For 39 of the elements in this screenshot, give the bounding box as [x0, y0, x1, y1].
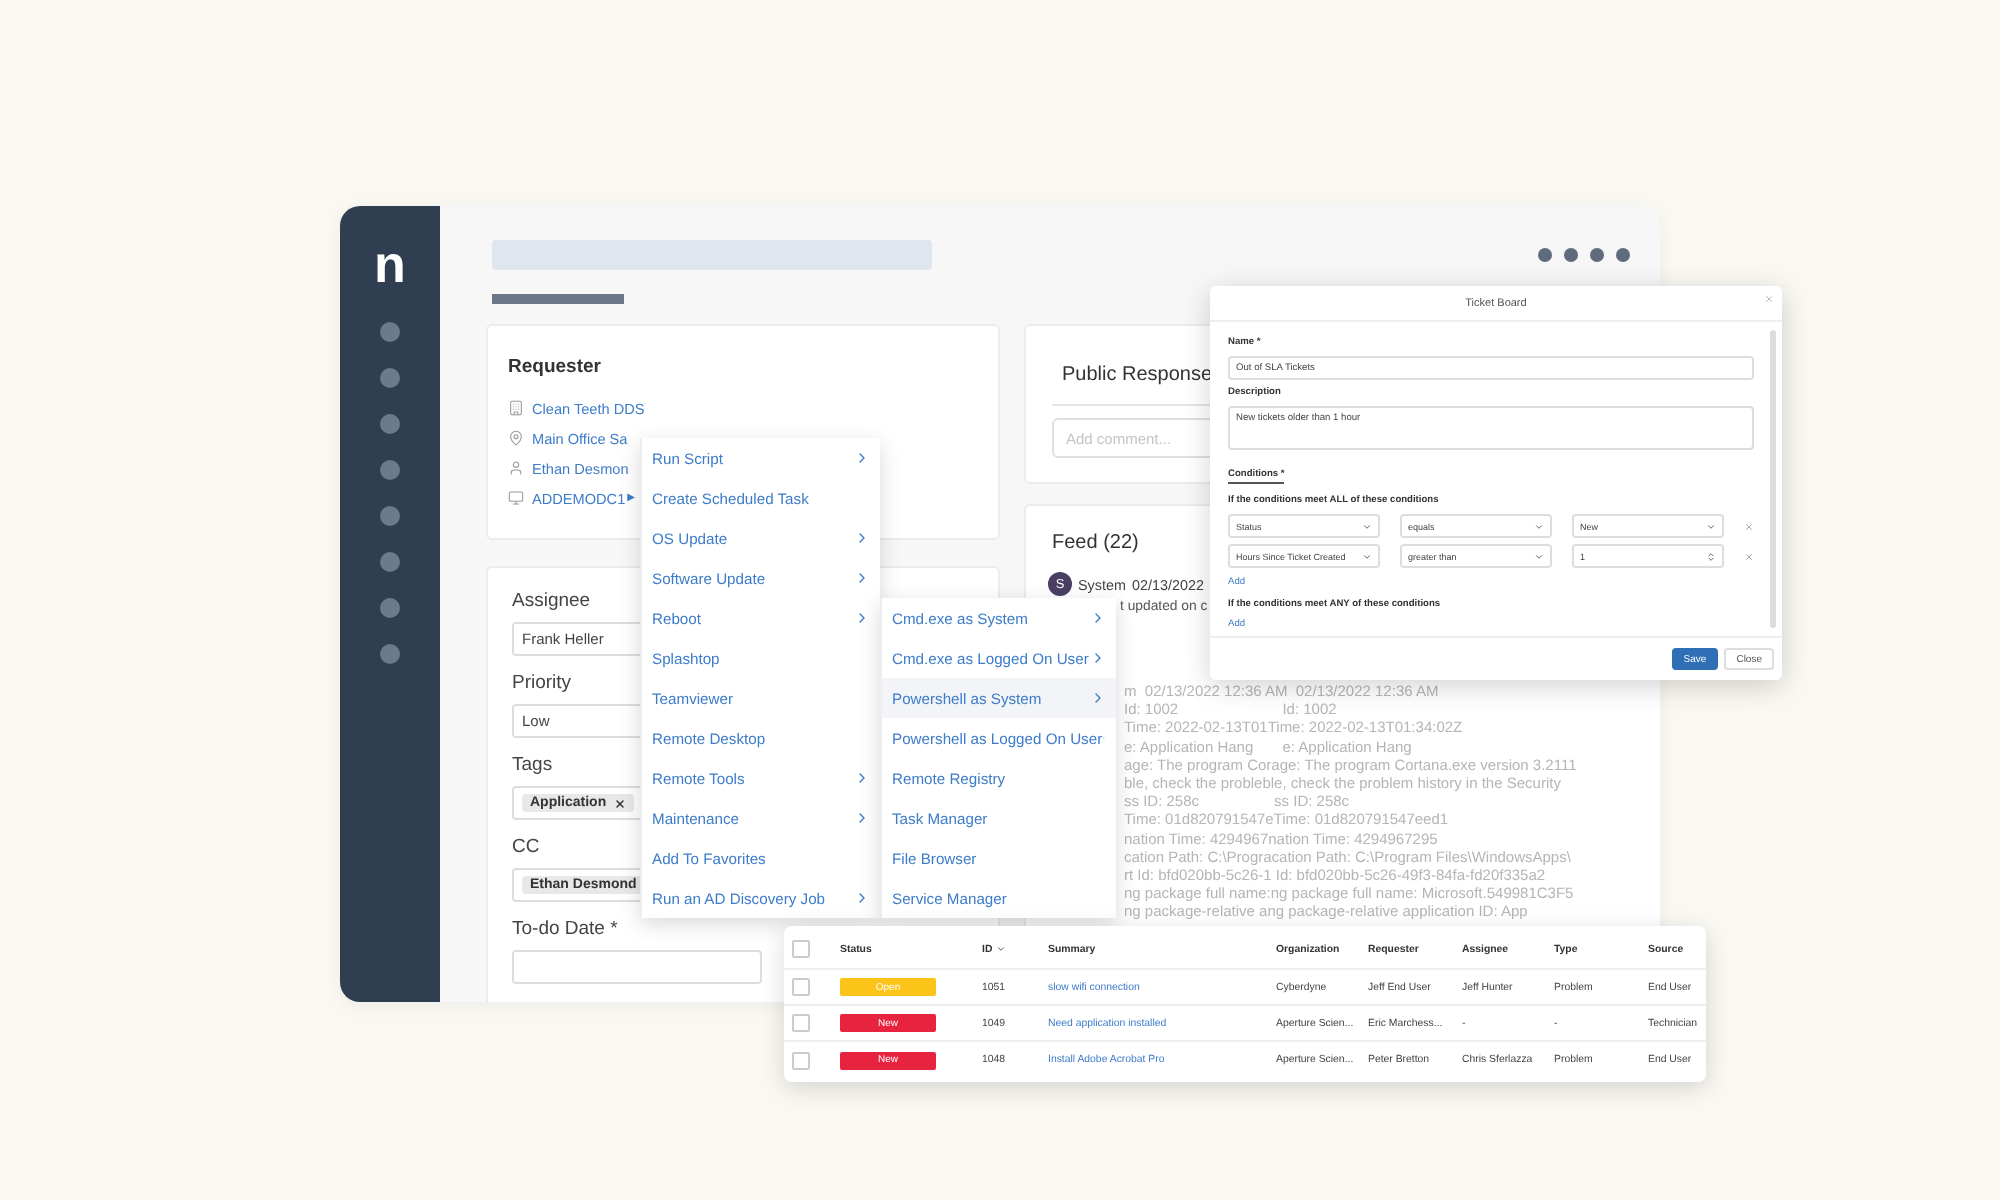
field-label: CC — [512, 836, 540, 860]
header-dot-icon[interactable] — [1616, 248, 1630, 262]
app-logo: n — [374, 234, 406, 294]
nav-dot-icon[interactable] — [380, 414, 400, 434]
checkbox[interactable] — [792, 940, 810, 958]
header-dot-icon[interactable] — [1538, 248, 1552, 262]
field-label: Tags — [512, 754, 553, 778]
building-icon — [508, 400, 524, 416]
card-title: Feed (22) — [1050, 532, 1141, 556]
remove-icon[interactable] — [614, 797, 627, 809]
header-dot-icon[interactable] — [1564, 248, 1578, 262]
checkbox[interactable] — [792, 978, 810, 996]
nav-dot-icon[interactable] — [380, 552, 400, 572]
field-label: Assignee — [512, 590, 591, 614]
header-dot-icon[interactable] — [1590, 248, 1604, 262]
chevron-down-icon — [1362, 551, 1372, 561]
tab-indicator-bar — [492, 294, 624, 304]
scrollbar[interactable] — [1770, 330, 1776, 628]
nav-dot-icon[interactable] — [380, 460, 400, 480]
checkbox[interactable] — [792, 1014, 810, 1032]
stepper-icon[interactable] — [1706, 551, 1716, 561]
text-field[interactable] — [512, 950, 762, 984]
chevron-down-icon — [1534, 551, 1544, 561]
nav-dot-icon[interactable] — [380, 506, 400, 526]
nav-dot-icon[interactable] — [380, 644, 400, 664]
nav-dot-icon[interactable] — [380, 322, 400, 342]
nav-dot-icon[interactable] — [380, 368, 400, 388]
chevron-down-icon — [1362, 521, 1372, 531]
chevron-down-icon — [1534, 521, 1544, 531]
location-pin-icon — [508, 430, 524, 446]
monitor-icon — [508, 490, 524, 506]
nav-dot-icon[interactable] — [380, 598, 400, 618]
sort-icon — [996, 944, 1007, 954]
person-icon — [508, 460, 524, 476]
field-label: To-do Date * — [512, 918, 618, 942]
chevron-down-icon — [1706, 521, 1716, 531]
card-title: Requester — [508, 356, 603, 380]
field-label: Priority — [512, 672, 572, 696]
checkbox[interactable] — [792, 1051, 810, 1069]
